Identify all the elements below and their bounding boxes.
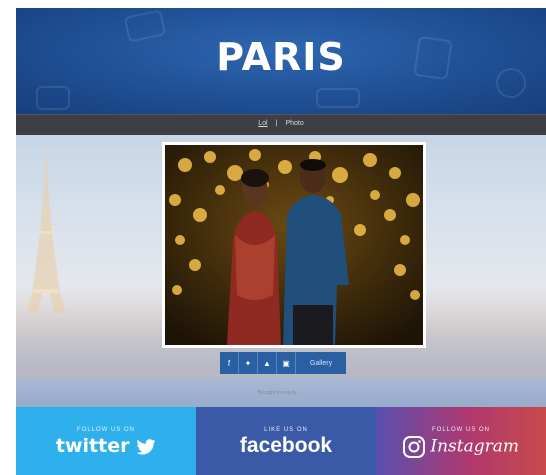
- facebook-brand-text: facebook: [239, 434, 333, 457]
- nav-link-lol[interactable]: Lol: [254, 120, 271, 127]
- facebook-follow-banner[interactable]: LIKE US ON facebook: [196, 407, 376, 475]
- upload-button[interactable]: ▲: [258, 352, 277, 374]
- header-banner: PARIS: [16, 8, 546, 114]
- twitter-follow-label: FOLLOW US ON: [76, 427, 135, 433]
- nav-link-photo[interactable]: Photo: [281, 120, 307, 127]
- twitter-brand-text: twitter: [55, 435, 130, 457]
- instagram-follow-label: FOLLOW US ON: [431, 427, 490, 433]
- facebook-icon: f: [227, 358, 231, 368]
- facebook-share-button[interactable]: f: [220, 352, 239, 374]
- photobooth-page: PARIS Lol | Photo f ✦ ▲ ▣ Gallery Brough…: [16, 8, 546, 475]
- twitter-share-button[interactable]: ✦: [239, 352, 258, 374]
- twitter-icon: ✦: [244, 358, 252, 368]
- save-icon: ▣: [282, 358, 290, 368]
- twitter-follow-banner[interactable]: FOLLOW US ON twitter: [16, 407, 196, 475]
- nav-separator: |: [275, 120, 278, 127]
- save-button[interactable]: ▣: [277, 352, 296, 374]
- twitter-bird-icon: [136, 438, 156, 455]
- instagram-follow-banner[interactable]: FOLLOW US ON Instagram: [376, 407, 546, 475]
- event-photo[interactable]: [162, 142, 426, 348]
- gallery-button[interactable]: Gallery: [296, 352, 346, 374]
- instagram-camera-icon: [402, 436, 425, 458]
- couple-photo: [165, 145, 423, 345]
- facebook-follow-label: LIKE US ON: [264, 427, 308, 433]
- nav-bar: Lol | Photo: [16, 114, 546, 136]
- paris-logo: PARIS: [216, 35, 346, 79]
- footer-note: Brought to you by ....: [257, 390, 305, 396]
- decor-shape: [316, 88, 360, 108]
- upload-icon: ▲: [263, 358, 271, 368]
- instagram-brand-text: Instagram: [430, 436, 520, 457]
- share-toolbar: f ✦ ▲ ▣ Gallery: [220, 352, 346, 374]
- decor-shape: [36, 86, 70, 110]
